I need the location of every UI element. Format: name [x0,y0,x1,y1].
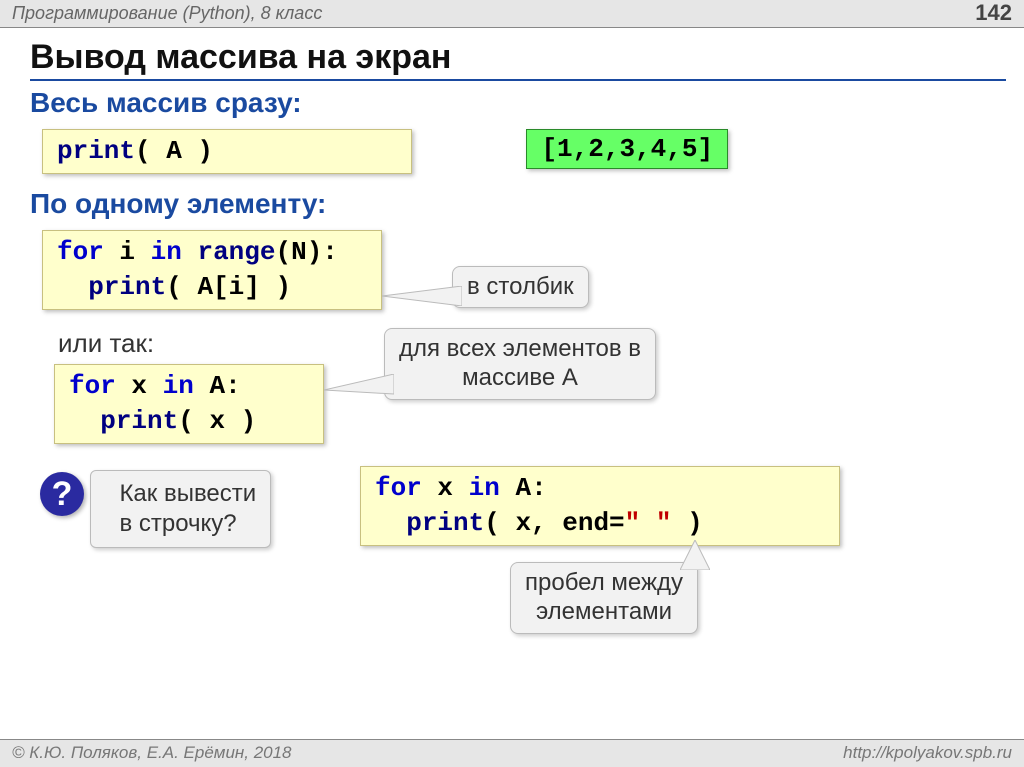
footer-right: http://kpolyakov.spb.ru [843,743,1012,763]
slide-content: Вывод массива на экран Весь массив сразу… [0,30,1024,616]
callout-tail-icon [324,374,394,398]
code-print-a: print( A ) [42,129,412,174]
footer-left: © К.Ю. Поляков, Е.А. Ерёмин, 2018 [12,743,292,762]
course-label: Программирование (Python), 8 класс [12,3,322,23]
callout-space: пробел между элементами [510,562,698,634]
section1-heading: Весь массив сразу: [30,87,1006,119]
callout-for-all: для всех элементов в массиве A [384,328,656,400]
or-text: или так: [58,328,154,359]
callout-space-text: пробел между элементами [525,569,683,625]
header-bar: Программирование (Python), 8 класс 142 [0,0,1024,28]
callout-for-all-text: для всех элементов в массиве A [399,335,641,391]
callout-tail-icon [382,286,462,306]
question-text: Как вывести в строчку? [119,480,256,537]
footer-bar: © К.Ю. Поляков, Е.А. Ерёмин, 2018 http:/… [0,739,1024,767]
page-title: Вывод массива на экран [30,38,1006,81]
code-for-range: for i in range(N): print( A[i] ) [42,230,382,310]
output-array: [1,2,3,4,5] [526,129,728,169]
section2-heading: По одному элементу: [30,188,1006,220]
code-for-x: for x in A: print( x ) [54,364,324,444]
callout-column-text: в столбик [467,273,574,300]
page-number: 142 [975,0,1012,26]
question-box: Как вывести в строчку? [90,470,271,548]
callout-tail-icon [680,540,710,570]
code-print-end: for x in A: print( x, end=" " ) [360,466,840,546]
question-mark-icon: ? [40,472,84,516]
callout-column: в столбик [452,266,589,308]
